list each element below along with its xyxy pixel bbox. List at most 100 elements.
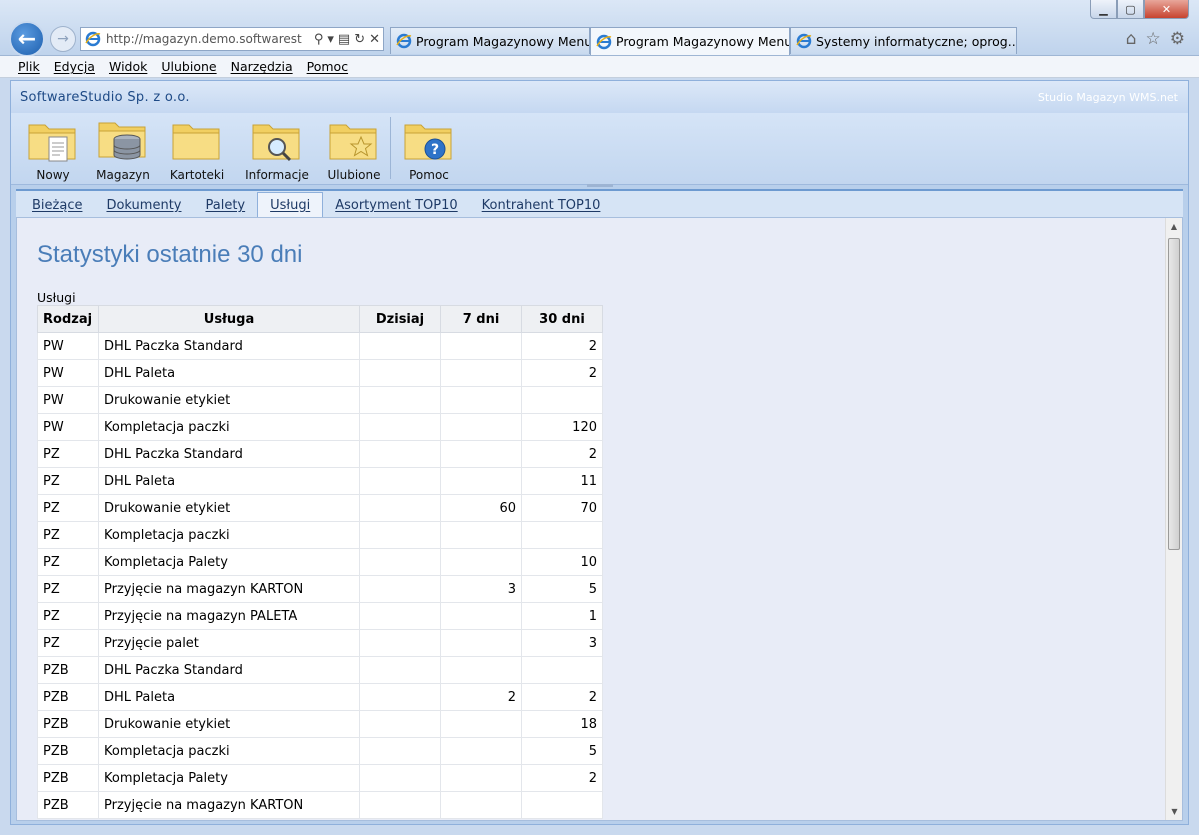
scroll-thumb[interactable] — [1168, 238, 1180, 550]
browser-tab-2[interactable]: Program Magazynowy Menu × — [590, 27, 790, 55]
column-header-dzisiaj[interactable]: Dzisiaj — [359, 305, 441, 333]
table-row[interactable]: PZ Przyjęcie na magazyn KARTON 3 5 — [37, 575, 603, 603]
menu-edycja[interactable]: Edycja — [54, 59, 95, 74]
refresh-icon[interactable]: ↻ — [354, 32, 365, 47]
folder-icon — [172, 124, 220, 160]
address-bar[interactable]: http://magazyn.demo.softwarestu... ⚲ ▾ ▤… — [80, 27, 384, 51]
menu-ulubione[interactable]: Ulubione — [161, 59, 216, 74]
table-row[interactable]: PW DHL Paleta 2 — [37, 359, 603, 387]
table-row[interactable]: PZ Przyjęcie na magazyn PALETA 1 — [37, 602, 603, 630]
vertical-scrollbar[interactable]: ▲ ▼ — [1165, 218, 1182, 820]
table-row[interactable]: PZ Drukowanie etykiet 60 70 — [37, 494, 603, 522]
tab-biezace[interactable]: Bieżące — [20, 193, 94, 217]
compat-view-icon[interactable]: ▤ — [338, 32, 350, 47]
browser-tab-3[interactable]: Systemy informatyczne; oprog... — [790, 27, 1017, 54]
cell-usluga: DHL Paczka Standard — [98, 332, 360, 360]
back-arrow-icon[interactable]: ← — [9, 21, 45, 57]
cell-usluga: Przyjęcie na magazyn KARTON — [98, 791, 360, 819]
tab-uslugi[interactable]: Usługi — [257, 192, 324, 217]
cell-usluga: DHL Paleta — [98, 683, 360, 711]
cell-30-dni: 5 — [521, 737, 603, 765]
menu-pomoc[interactable]: Pomoc — [307, 59, 348, 74]
table-row[interactable]: PZB Przyjęcie na magazyn KARTON — [37, 791, 603, 819]
search-folder-icon — [252, 124, 300, 162]
cell-7-dni — [440, 548, 522, 576]
browser-tab-1[interactable]: Program Magazynowy Menu — [390, 27, 590, 54]
table-row[interactable]: PZ Kompletacja Palety 10 — [37, 548, 603, 576]
page-title: Statystyki ostatnie 30 dni — [37, 241, 303, 268]
cell-7-dni — [440, 521, 522, 549]
cell-30-dni: 2 — [521, 332, 603, 360]
cell-7-dni — [440, 791, 522, 819]
maximize-button[interactable]: ▢ — [1117, 0, 1144, 19]
scroll-up-arrow-icon[interactable]: ▲ — [1166, 218, 1182, 235]
ribbon-button-pomoc[interactable]: ? Pomoc — [401, 117, 457, 182]
column-header-rodzaj[interactable]: Rodzaj — [37, 305, 99, 333]
tab-palety[interactable]: Palety — [194, 193, 258, 217]
cell-rodzaj: PZ — [37, 548, 99, 576]
table-row[interactable]: PZ Kompletacja paczki — [37, 521, 603, 549]
table-row[interactable]: PZB Kompletacja paczki 5 — [37, 737, 603, 765]
table-row[interactable]: PW Drukowanie etykiet — [37, 386, 603, 414]
cell-rodzaj: PZ — [37, 467, 99, 495]
ribbon-separator — [390, 117, 391, 179]
menu-widok[interactable]: Widok — [109, 59, 147, 74]
cell-30-dni: 10 — [521, 548, 603, 576]
ribbon-button-magazyn[interactable]: Magazyn — [95, 117, 151, 182]
cell-dzisiaj — [359, 602, 441, 630]
tab-dokumenty[interactable]: Dokumenty — [94, 193, 193, 217]
ribbon-collapse-grip[interactable] — [587, 184, 613, 187]
company-name: SoftwareStudio Sp. z o.o. — [20, 89, 190, 105]
menu-narzedzia[interactable]: Narzędzia — [231, 59, 293, 74]
table-row[interactable]: PZ Przyjęcie palet 3 — [37, 629, 603, 657]
cell-7-dni — [440, 710, 522, 738]
column-header-usluga[interactable]: Usługa — [98, 305, 360, 333]
search-icon[interactable]: ⚲ — [314, 32, 324, 47]
table-row[interactable]: PZB DHL Paczka Standard — [37, 656, 603, 684]
cell-rodzaj: PW — [37, 359, 99, 387]
table-row[interactable]: PZ DHL Paleta 11 — [37, 467, 603, 495]
cell-usluga: DHL Paczka Standard — [98, 656, 360, 684]
stop-icon[interactable]: ✕ — [369, 32, 380, 47]
browser-menubar: Plik Edycja Widok Ulubione Narzędzia Pom… — [0, 56, 1199, 78]
tab-asortyment-top10[interactable]: Asortyment TOP10 — [323, 193, 469, 217]
table-row[interactable]: PW DHL Paczka Standard 2 — [37, 332, 603, 360]
dropdown-icon[interactable]: ▾ — [327, 32, 334, 47]
cell-rodzaj: PZ — [37, 629, 99, 657]
cell-rodzaj: PZB — [37, 710, 99, 738]
ribbon-button-informacje[interactable]: Informacje — [241, 117, 313, 182]
table-row[interactable]: PZB Kompletacja Palety 2 — [37, 764, 603, 792]
scroll-down-arrow-icon[interactable]: ▼ — [1166, 803, 1182, 820]
address-text[interactable]: http://magazyn.demo.softwarestu... — [106, 32, 302, 46]
cell-30-dni: 1 — [521, 602, 603, 630]
cell-usluga: Kompletacja Palety — [98, 548, 360, 576]
cell-7-dni: 60 — [440, 494, 522, 522]
tab-kontrahent-top10[interactable]: Kontrahent TOP10 — [470, 193, 613, 217]
forward-arrow-icon[interactable]: → — [50, 26, 76, 52]
column-header-30-dni[interactable]: 30 dni — [521, 305, 603, 333]
ribbon-button-nowy[interactable]: Nowy — [25, 117, 81, 182]
favorites-star-icon[interactable]: ☆ — [1146, 29, 1161, 49]
close-window-button[interactable]: ✕ — [1144, 0, 1189, 19]
cell-7-dni — [440, 386, 522, 414]
browser-tab-label: Systemy informatyczne; oprog... — [816, 33, 1017, 49]
column-header-7-dni[interactable]: 7 dni — [440, 305, 522, 333]
table-row[interactable]: PZ DHL Paczka Standard 2 — [37, 440, 603, 468]
menu-plik[interactable]: Plik — [18, 59, 40, 74]
home-icon[interactable]: ⌂ — [1126, 29, 1137, 49]
minimize-button[interactable]: ▁ — [1090, 0, 1117, 19]
ribbon-label: Informacje — [245, 168, 309, 182]
table-row[interactable]: PZB Drukowanie etykiet 18 — [37, 710, 603, 738]
table-row[interactable]: PZB DHL Paleta 2 2 — [37, 683, 603, 711]
content-tabs: Bieżące Dokumenty Palety Usługi Asortyme… — [16, 189, 1183, 217]
gear-icon[interactable]: ⚙ — [1170, 29, 1185, 49]
cell-usluga: Przyjęcie na magazyn KARTON — [98, 575, 360, 603]
ribbon-button-ulubione[interactable]: Ulubione — [326, 117, 382, 182]
cell-dzisiaj — [359, 683, 441, 711]
cell-dzisiaj — [359, 521, 441, 549]
cell-rodzaj: PZ — [37, 521, 99, 549]
cell-30-dni: 5 — [521, 575, 603, 603]
table-row[interactable]: PW Kompletacja paczki 120 — [37, 413, 603, 441]
browser-titlebar: ▁ ▢ ✕ ← → http://magazyn.demo.softwarest… — [0, 0, 1199, 57]
ribbon-button-kartoteki[interactable]: Kartoteki — [167, 117, 227, 182]
